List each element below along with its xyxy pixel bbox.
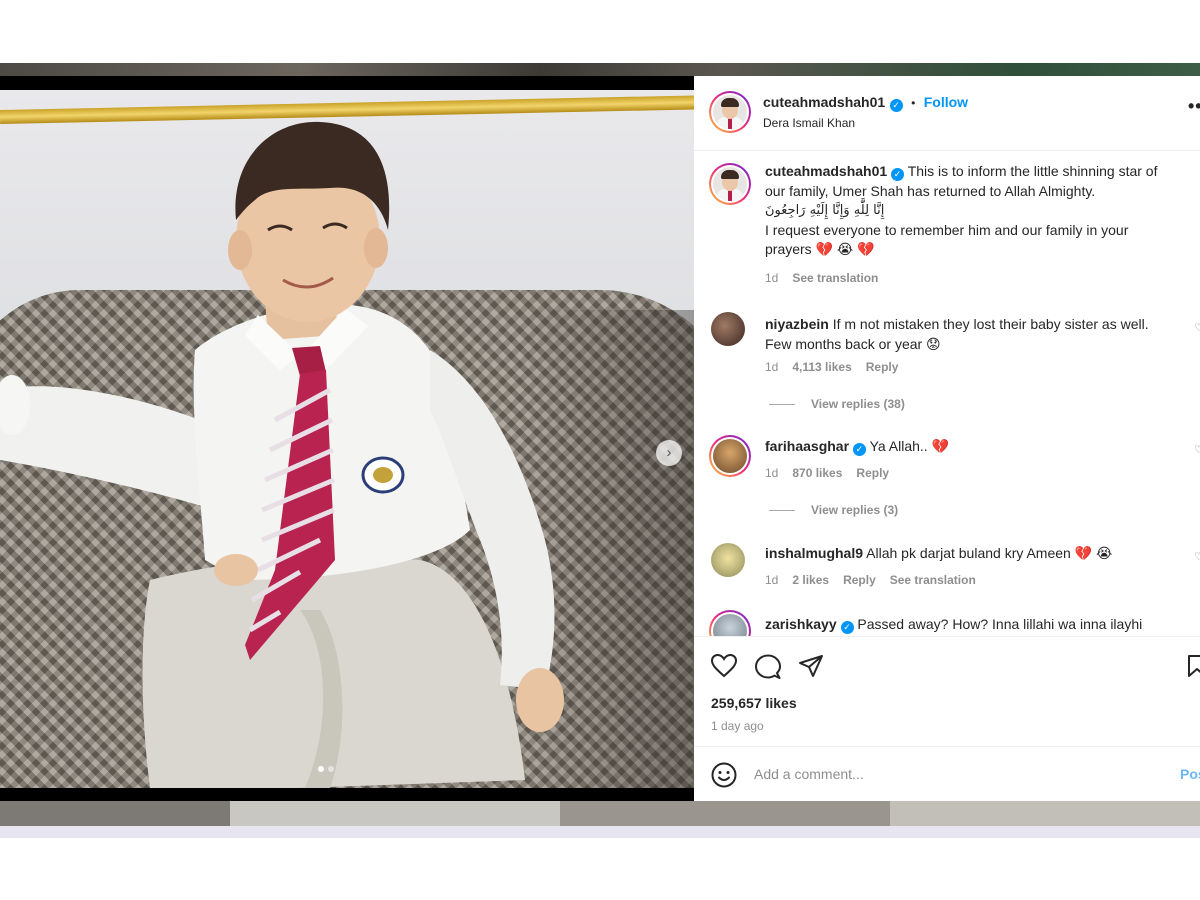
see-translation-button[interactable]: See translation [890, 573, 976, 587]
reply-button[interactable]: Reply [866, 360, 899, 374]
reply-button[interactable]: Reply [856, 466, 889, 480]
emoji-icon[interactable] [711, 762, 737, 788]
comment-time: 1d [765, 360, 779, 374]
like-comment-icon[interactable]: ♡ [1194, 550, 1200, 563]
comment-body: Ya Allah.. 💔 [869, 438, 950, 454]
author-username[interactable]: cuteahmadshah01 [763, 94, 885, 110]
author-avatar[interactable] [709, 91, 751, 133]
post-likes-count[interactable]: 259,657 likes [711, 695, 797, 711]
comment-meta: 1d 4,113 likes Reply [765, 360, 898, 374]
comment-meta: 1d 870 likes Reply [765, 466, 889, 480]
comment-likes[interactable]: 4,113 likes [792, 360, 851, 374]
commenter-avatar[interactable] [711, 543, 745, 577]
commenter-avatar[interactable] [709, 435, 751, 477]
carousel-dot [328, 766, 334, 772]
carousel-dot-active [318, 766, 324, 772]
comment-username[interactable]: inshalmughal9 [765, 545, 863, 561]
view-replies-button[interactable]: View replies (3) [769, 503, 898, 517]
post-side-panel: cuteahmadshah01 ✓ • Follow Dera Ismail K… [694, 76, 1200, 801]
caption-arabic: إِنَّا لِلَّٰهِ وَإِنَّا إِلَيْهِ رَاجِع… [765, 203, 885, 218]
comment-meta: 1d 2 likes Reply See translation [765, 573, 976, 587]
caption-text: I request everyone to remember him and o… [765, 221, 1129, 238]
comment-likes[interactable]: 2 likes [792, 573, 829, 587]
follow-button[interactable]: Follow [924, 94, 968, 110]
feed-backdrop [0, 63, 1200, 76]
comment-body: Allah pk darjat buland kry Ameen 💔 😭 [866, 545, 1113, 561]
see-translation-button[interactable]: See translation [792, 271, 878, 285]
comment-time: 1d [765, 573, 779, 587]
verified-badge-icon: ✓ [889, 99, 903, 112]
caption-avatar[interactable] [709, 163, 751, 205]
caption: cuteahmadshah01 ✓ This is to inform the … [765, 162, 1190, 260]
next-media-button[interactable]: › [656, 440, 682, 466]
comment-time: 1d [765, 466, 779, 480]
caption-text: our family, Umer Shah has returned to Al… [765, 182, 1096, 199]
carousel-indicator [318, 766, 334, 772]
post-media[interactable]: › [0, 90, 694, 788]
browser-viewport: › cuteahmadshah01 ✓ • Follow Dera Ismail… [0, 63, 1200, 838]
post-location[interactable]: Dera Ismail Khan [763, 116, 855, 130]
comments-list[interactable]: cuteahmadshah01 ✓ This is to inform the … [694, 151, 1200, 636]
comment-username[interactable]: farihaasghar [765, 438, 849, 454]
view-replies-label: View replies (38) [811, 397, 905, 411]
post-actions: 259,657 likes 1 day ago [694, 636, 1200, 746]
caption-time: 1d [765, 271, 779, 285]
commenter-avatar[interactable] [709, 610, 751, 636]
verified-badge-icon: ✓ [852, 443, 866, 456]
share-icon[interactable] [798, 654, 824, 678]
page-bottom-strip [0, 826, 1200, 838]
like-heart-icon[interactable] [711, 654, 737, 678]
caption-text: This is to inform the little shinning st… [907, 163, 1158, 179]
caption-username[interactable]: cuteahmadshah01 [765, 163, 887, 179]
like-comment-icon[interactable]: ♡ [1194, 321, 1200, 334]
commenter-avatar[interactable] [711, 312, 745, 346]
comment-icon[interactable] [755, 654, 781, 680]
verified-badge-icon: ✓ [891, 168, 905, 181]
comment-text: niyazbein If m not mistaken they lost th… [765, 315, 1185, 354]
comment-body: Passed away? How? Inna lillahi wa inna i… [857, 616, 1143, 632]
caption-text: prayers 💔 😭 💔 [765, 241, 875, 257]
caption-meta: 1d See translation [765, 271, 878, 285]
comment-text: inshalmughal9 Allah pk darjat buland kry… [765, 544, 1112, 564]
comment-body: Few months back or year 😟 [765, 335, 941, 352]
view-replies-button[interactable]: View replies (38) [769, 397, 905, 411]
photo-boy [0, 121, 564, 788]
comment-username[interactable]: niyazbein [765, 316, 829, 332]
comment-likes[interactable]: 870 likes [792, 466, 842, 480]
post-comment-button[interactable]: Post [1180, 766, 1200, 782]
more-options-icon[interactable]: •• [1188, 96, 1200, 117]
comment-input[interactable]: Add a comment... [754, 766, 864, 782]
reply-button[interactable]: Reply [843, 573, 876, 587]
like-comment-icon[interactable]: ♡ [1194, 443, 1200, 456]
save-bookmark-icon[interactable] [1187, 654, 1200, 678]
comment-body: If m not mistaken they lost their baby s… [832, 316, 1149, 332]
post-header: cuteahmadshah01 ✓ • Follow Dera Ismail K… [694, 76, 1200, 151]
comment-username[interactable]: zarishkayy [765, 616, 837, 632]
comment-text: farihaasghar ✓ Ya Allah.. 💔 [765, 437, 949, 457]
verified-badge-icon: ✓ [840, 621, 854, 634]
view-replies-label: View replies (3) [811, 503, 899, 517]
separator-dot: • [911, 96, 916, 110]
post-time[interactable]: 1 day ago [711, 719, 764, 733]
comment-text: zarishkayy ✓ Passed away? How? Inna lill… [765, 615, 1142, 635]
add-comment-bar: Add a comment... Post [694, 746, 1200, 801]
